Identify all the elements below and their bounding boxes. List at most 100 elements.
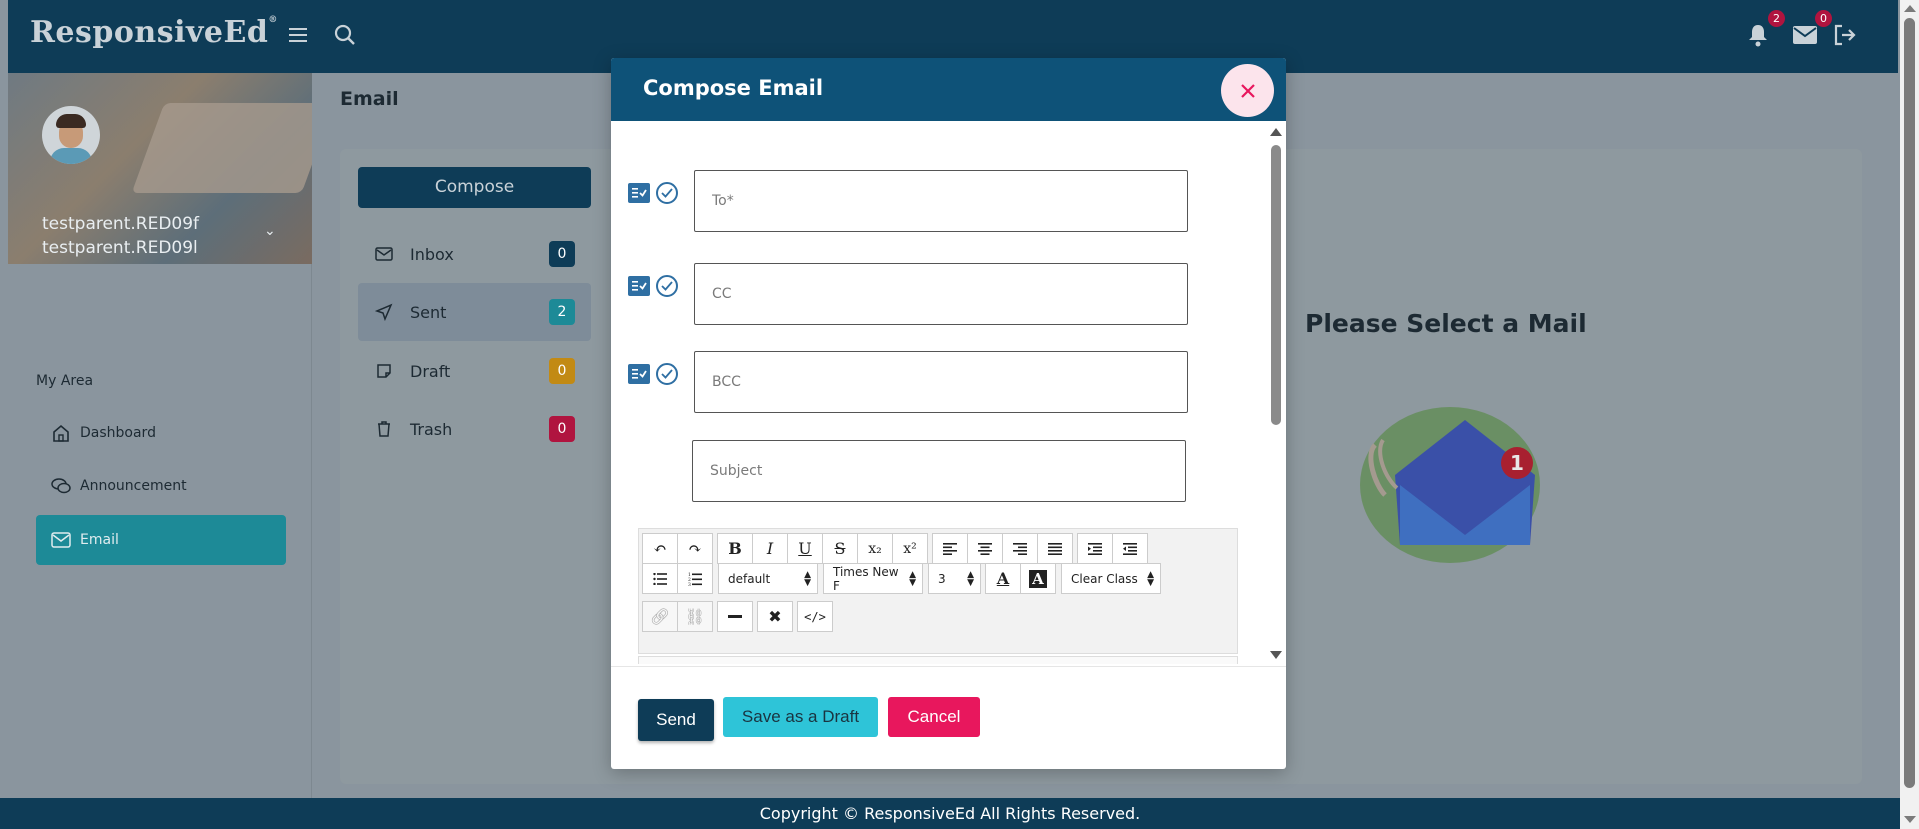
profile-name-last: testparent.RED09l (42, 238, 198, 258)
cc-field[interactable] (694, 263, 1188, 325)
close-button[interactable] (1221, 64, 1274, 117)
sidebar: testparent.RED09f testparent.RED09l ⌄ My… (8, 73, 312, 798)
profile-name-first: testparent.RED09f (42, 214, 200, 234)
rich-text-toolbar: ↶ ↷ B I U S x₂ x² 1 2 3 default ▲ ▼ Time… (638, 528, 1238, 654)
superscript-icon[interactable]: x² (892, 533, 928, 564)
strikethrough-icon[interactable]: S (822, 533, 858, 564)
address-book-icon[interactable] (628, 364, 650, 384)
modal-title: Compose Email (643, 76, 824, 100)
logo-text: ResponsiveEd (30, 15, 269, 50)
folder-count-badge: 0 (549, 358, 575, 384)
modal-header: Compose Email (611, 58, 1286, 121)
folder-label: Draft (410, 361, 451, 381)
redo-icon[interactable]: ↷ (677, 533, 713, 564)
unlink-icon[interactable]: ⛓︎ (677, 601, 713, 632)
search-icon[interactable] (330, 20, 360, 50)
align-right-icon[interactable] (1002, 533, 1038, 564)
source-code-icon[interactable]: </> (797, 601, 833, 632)
folder-count-badge: 0 (549, 416, 575, 442)
address-book-icon[interactable] (628, 276, 650, 296)
align-left-icon[interactable] (932, 533, 968, 564)
send-icon (358, 303, 410, 321)
chevron-down-icon[interactable]: ⌄ (264, 223, 276, 239)
folder-count-badge: 2 (549, 299, 575, 325)
illustration-badge: 1 (1501, 447, 1533, 479)
underline-icon[interactable]: U (787, 533, 823, 564)
highlight-color-icon[interactable]: A (1020, 563, 1056, 594)
cc-row (626, 263, 1188, 325)
svg-text:3: 3 (688, 582, 691, 586)
folder-sent[interactable]: Sent 2 (358, 283, 591, 341)
horizontal-rule-icon[interactable] (717, 601, 753, 632)
bcc-field[interactable] (694, 351, 1188, 413)
folder-label: Sent (410, 302, 447, 322)
font-family-select[interactable]: Times New F ▲ ▼ (823, 563, 923, 594)
notification-badge: 2 (1768, 10, 1785, 27)
home-icon (36, 423, 80, 443)
font-size-select[interactable]: 3 ▲ ▼ (928, 563, 981, 594)
check-circle-icon[interactable] (656, 182, 678, 204)
compose-email-modal: Compose Email To* CC BCC Subject ↶ ↷ B I… (611, 58, 1286, 769)
bcc-row (626, 351, 1188, 413)
close-icon (1240, 83, 1255, 98)
send-button[interactable]: Send (638, 699, 714, 741)
menu-icon[interactable] (284, 20, 314, 50)
modal-footer: Send Save as a Draft Cancel (611, 666, 1286, 769)
save-draft-button[interactable]: Save as a Draft (723, 697, 878, 737)
sidebar-item-label: Dashboard (80, 425, 156, 441)
mail-illustration: 1 (1335, 375, 1555, 575)
folder-label: Inbox (410, 244, 454, 264)
envelope-icon (36, 532, 80, 548)
font-family-value: Times New F (833, 564, 899, 593)
compose-button[interactable]: Compose (358, 167, 591, 208)
bell-icon[interactable]: 2 (1743, 10, 1785, 50)
text-color-icon[interactable]: A (985, 563, 1021, 594)
check-circle-icon[interactable] (656, 363, 678, 385)
sidebar-item-dashboard[interactable]: Dashboard (36, 408, 286, 458)
bold-icon[interactable]: B (717, 533, 753, 564)
footer: Copyright © ResponsiveEd All Rights Rese… (0, 798, 1900, 829)
numbered-list-icon[interactable]: 123 (677, 563, 713, 594)
chat-icon (36, 476, 80, 496)
folder-draft[interactable]: Draft 0 (358, 342, 591, 400)
sidebar-item-email[interactable]: Email (36, 515, 286, 565)
indent-icon[interactable] (1077, 533, 1113, 564)
draft-icon (358, 363, 410, 379)
logout-icon[interactable] (1830, 20, 1860, 50)
class-select-value: Clear Class (1071, 571, 1138, 586)
app-logo[interactable]: ResponsiveEd® (30, 15, 278, 50)
editor-area[interactable] (638, 656, 1238, 664)
envelope-icon[interactable]: 0 (1790, 10, 1832, 50)
envelope-icon (358, 247, 410, 261)
class-select[interactable]: Clear Class ▲ ▼ (1061, 563, 1161, 594)
page-scrollbar[interactable] (1900, 0, 1919, 829)
undo-icon[interactable]: ↶ (642, 533, 678, 564)
link-icon[interactable]: 🔗︎ (642, 601, 678, 632)
italic-icon[interactable]: I (752, 533, 788, 564)
subject-row (626, 440, 1186, 502)
align-center-icon[interactable] (967, 533, 1003, 564)
modal-scrollbar[interactable] (1267, 121, 1284, 666)
folder-inbox[interactable]: Inbox 0 (358, 225, 591, 283)
to-field[interactable] (694, 170, 1188, 232)
folder-trash[interactable]: Trash 0 (358, 400, 591, 458)
empty-state-message: Please Select a Mail (1305, 309, 1587, 338)
outdent-icon[interactable] (1112, 533, 1148, 564)
font-size-value: 3 (938, 571, 946, 586)
subscript-icon[interactable]: x₂ (857, 533, 893, 564)
block-style-select[interactable]: default ▲ ▼ (718, 563, 818, 594)
remove-format-icon[interactable]: ✖ (757, 601, 793, 632)
block-style-value: default (728, 571, 771, 586)
profile-names[interactable]: testparent.RED09f testparent.RED09l (42, 212, 199, 260)
subject-field[interactable] (692, 440, 1186, 502)
to-row (626, 170, 1188, 232)
bullet-list-icon[interactable] (642, 563, 678, 594)
cancel-button[interactable]: Cancel (888, 697, 980, 737)
align-justify-icon[interactable] (1037, 533, 1073, 564)
sidebar-item-announcement[interactable]: Announcement (36, 461, 286, 511)
section-title-my-area: My Area (36, 373, 94, 389)
address-book-icon[interactable] (628, 183, 650, 203)
check-circle-icon[interactable] (656, 275, 678, 297)
trash-icon (358, 420, 410, 438)
profile-background-image (131, 103, 312, 193)
